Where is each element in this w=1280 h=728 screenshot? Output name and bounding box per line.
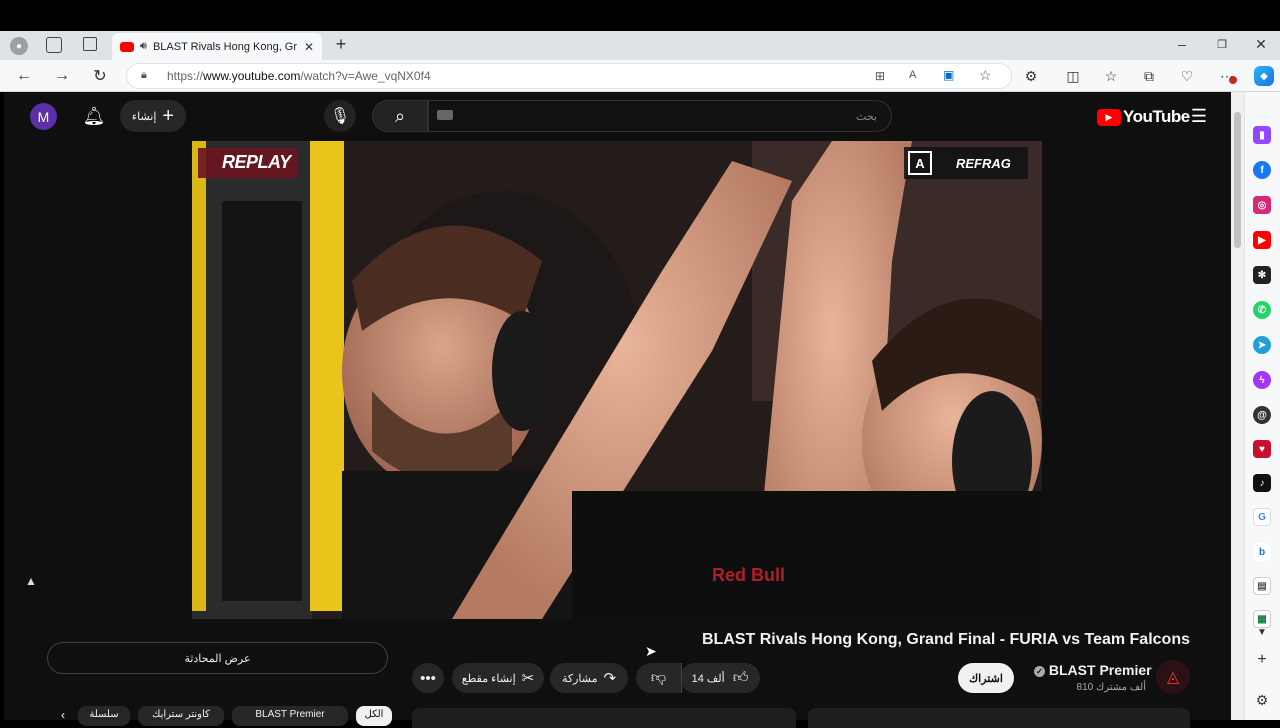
keyboard-icon[interactable]: [437, 110, 453, 120]
chatgpt-icon[interactable]: ✻: [1253, 266, 1271, 284]
facebook-icon[interactable]: f: [1253, 161, 1271, 179]
close-tab-icon[interactable]: ✕: [304, 40, 314, 54]
messenger-icon[interactable]: ϟ: [1253, 371, 1271, 389]
channel-name: BLAST Premier: [1048, 662, 1152, 678]
youtube-favicon-icon: [120, 41, 134, 52]
subscriber-count: 810 ألف مشترك: [1076, 682, 1146, 693]
video-title: BLAST Rivals Hong Kong, Grand Final - FU…: [701, 631, 1190, 648]
favorites-icon[interactable]: ☆: [1102, 67, 1120, 85]
notification-dot: [1229, 76, 1237, 84]
browser-essentials-icon[interactable]: ♡: [1178, 67, 1196, 85]
pdf-icon[interactable]: ♥: [1253, 440, 1271, 458]
favorite-star-icon[interactable]: ☆: [979, 67, 992, 84]
share-icon: ↷: [603, 670, 617, 687]
svg-text:Red Bull: Red Bull: [712, 565, 785, 585]
chip-all[interactable]: الكل: [356, 706, 392, 726]
extensions-icon[interactable]: ⚙: [1022, 67, 1040, 85]
scrollbar-thumb[interactable]: [1234, 112, 1241, 248]
address-bar[interactable]: 🔒︎ https://www.youtube.com/watch?v=Awe_v…: [126, 63, 1012, 89]
replay-label: REPLAY: [222, 152, 291, 172]
video-frame: Red Bull: [192, 141, 1042, 619]
twitch-icon[interactable]: ▮: [1253, 126, 1271, 144]
url-path: /watch?v=Awe_vqNX0f4: [300, 69, 431, 83]
tab-actions-icon[interactable]: [83, 37, 97, 51]
chip-blast[interactable]: BLAST Premier: [232, 706, 348, 726]
copilot-icon[interactable]: ◆: [1254, 66, 1274, 86]
telegram-icon[interactable]: ➤: [1253, 336, 1271, 354]
chip-counter-strike[interactable]: كاونتر سترايك: [138, 706, 224, 726]
menu-hamburger-icon[interactable]: ☰: [1188, 105, 1210, 127]
close-window-icon[interactable]: ✕: [1253, 36, 1269, 52]
refresh-icon[interactable]: ↻: [91, 67, 109, 85]
create-label: إنشاء: [131, 110, 157, 123]
tab-youtube[interactable]: 🔊︎ BLAST Rivals Hong Kong, Gr ✕: [112, 33, 322, 60]
chip-series[interactable]: سلسلة: [78, 706, 130, 726]
create-button[interactable]: إنشاء +: [120, 100, 186, 132]
likes-count: 14 ألف: [691, 672, 725, 685]
show-chat-button[interactable]: عرض المحادثة: [47, 642, 388, 674]
mouse-cursor-icon: ➤: [645, 643, 657, 659]
google-icon[interactable]: G: [1253, 508, 1271, 526]
youtube-logo[interactable]: ▶ YouTube: [1097, 107, 1190, 127]
new-tab-icon[interactable]: +: [332, 34, 350, 54]
comments-preview-box[interactable]: [808, 708, 1190, 728]
search-placeholder: بحث: [856, 110, 877, 123]
channel-name-row[interactable]: ✓ BLAST Premier: [1034, 662, 1152, 678]
subscribe-button[interactable]: اشتراك: [958, 663, 1014, 693]
plus-icon: +: [162, 104, 175, 127]
sidebar-add-icon[interactable]: +: [1254, 651, 1270, 668]
app-available-icon[interactable]: ⊞: [875, 69, 885, 83]
lock-icon: 🔒︎: [141, 69, 147, 81]
minimize-icon[interactable]: –: [1174, 36, 1190, 52]
tab-title: BLAST Rivals Hong Kong, Gr: [152, 40, 298, 53]
like-button[interactable]: 14 ألف 👍︎: [680, 663, 760, 693]
clip-label: إنشاء مقطع: [461, 672, 516, 685]
tiktok-icon[interactable]: ♪: [1253, 474, 1271, 492]
notifications-bell-icon[interactable]: 🔔︎: [83, 105, 106, 127]
blast-watermark-icon: ▲: [25, 574, 37, 588]
verified-icon: ✓: [1034, 665, 1045, 677]
youtube-logo-text: YouTube: [1123, 107, 1190, 126]
youtube-play-icon: ▶: [1097, 108, 1121, 126]
share-button[interactable]: مشاركة ↷: [550, 663, 628, 693]
sidebar-settings-icon[interactable]: ⚙: [1254, 692, 1270, 708]
back-icon[interactable]: ←: [15, 67, 33, 85]
speaker-icon[interactable]: 🔊︎: [140, 40, 147, 53]
profile-icon[interactable]: ●: [10, 37, 28, 55]
description-box[interactable]: [412, 708, 796, 728]
video-player[interactable]: Red Bull REPLAY A REFRAG: [192, 141, 1042, 619]
thumbs-down-icon: 👎︎: [650, 669, 667, 686]
search-button[interactable]: ⌕: [372, 100, 428, 132]
threads-icon[interactable]: @: [1253, 406, 1271, 424]
youtube-side-icon[interactable]: ▶: [1253, 231, 1271, 249]
forward-icon[interactable]: →: [53, 67, 71, 85]
url-prefix: https://: [167, 69, 204, 83]
restore-icon[interactable]: ❐: [1214, 36, 1230, 52]
more-actions-icon[interactable]: •••: [412, 663, 444, 693]
collections-icon[interactable]: ⧉: [1140, 67, 1158, 85]
dislike-button[interactable]: 👎︎: [636, 663, 682, 693]
url-domain: www.youtube.com: [203, 69, 301, 83]
calculator-icon[interactable]: ▤: [1253, 577, 1271, 595]
thumbs-up-icon: 👍︎: [732, 669, 749, 686]
clip-button[interactable]: إنشاء مقطع ✂: [452, 663, 544, 693]
workspaces-icon[interactable]: [46, 37, 62, 53]
refrag-label: REFRAG: [956, 156, 1011, 171]
channel-avatar[interactable]: ◬: [1156, 660, 1190, 694]
instagram-icon[interactable]: ◎: [1253, 196, 1271, 214]
whatsapp-icon[interactable]: ✆: [1253, 301, 1271, 319]
voice-search-icon[interactable]: 🎙︎: [324, 100, 356, 132]
refrag-logo-icon: A: [908, 151, 932, 175]
split-screen-icon[interactable]: ◫: [1064, 67, 1082, 85]
read-aloud-icon[interactable]: A: [909, 69, 916, 81]
immersive-reader-icon[interactable]: ▣: [943, 68, 954, 82]
share-label: مشاركة: [561, 672, 598, 685]
sidebar-expand-icon[interactable]: ▼: [1254, 624, 1270, 640]
search-input[interactable]: بحث: [428, 100, 892, 132]
window-top-bar: [0, 0, 1280, 31]
scissors-icon: ✂: [521, 670, 535, 687]
bing-icon[interactable]: b: [1253, 543, 1271, 561]
user-avatar[interactable]: M: [30, 103, 57, 130]
search-icon: ⌕: [394, 105, 406, 126]
